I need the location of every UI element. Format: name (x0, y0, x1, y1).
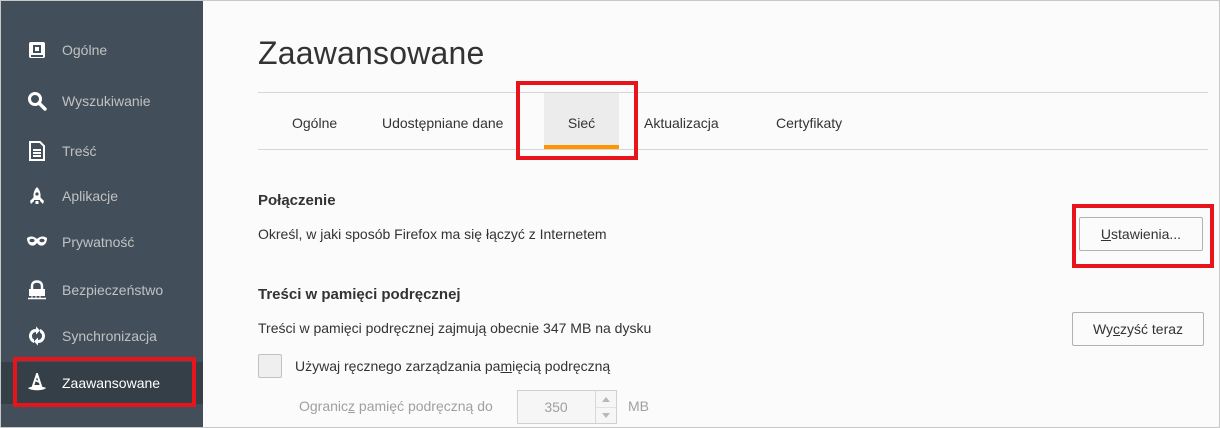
sidebar-item-label: Ogólne (62, 42, 108, 58)
sidebar-item-search[interactable]: Wyszukiwanie (1, 80, 203, 122)
sync-icon (26, 325, 48, 347)
cache-limit-label: Ogranicz pamięć podręczną do (299, 398, 493, 414)
general-icon (26, 39, 48, 61)
wizard-hat-icon (26, 372, 48, 394)
cache-size-spinner (595, 391, 616, 423)
sidebar: Ogólne Wyszukiwanie Treść Aplikacje Pryw… (1, 1, 203, 427)
tab-certificates[interactable]: Certyfikaty (776, 93, 842, 149)
sidebar-item-advanced[interactable]: Zaawansowane (1, 362, 203, 404)
cache-size-unit: MB (628, 398, 649, 414)
sidebar-item-general[interactable]: Ogólne (1, 29, 203, 71)
sidebar-item-label: Prywatność (62, 234, 135, 250)
sidebar-item-security[interactable]: Bezpieczeństwo (1, 269, 203, 311)
clear-cache-button[interactable]: Wyczyść teraz (1072, 312, 1204, 346)
connection-settings-button[interactable]: Ustawienia... (1079, 217, 1203, 251)
tab-network[interactable]: Sieć (544, 93, 619, 149)
tab-general[interactable]: Ogólne (292, 93, 337, 149)
main-panel: Zaawansowane Ogólne Udostępniane dane Si… (203, 1, 1219, 427)
page-title: Zaawansowane (258, 35, 485, 71)
sidebar-item-applications[interactable]: Aplikacje (1, 175, 203, 217)
document-icon (26, 140, 48, 162)
override-cache-checkbox[interactable] (258, 354, 282, 378)
sidebar-item-label: Zaawansowane (62, 375, 161, 391)
cache-size-input[interactable]: 350 (517, 390, 617, 424)
tab-selected-indicator (544, 145, 619, 149)
spin-down-icon[interactable] (596, 407, 616, 423)
sidebar-item-content[interactable]: Treść (1, 130, 203, 172)
sidebar-item-label: Bezpieczeństwo (62, 282, 164, 298)
cache-description: Treści w pamięci podręcznej zajmują obec… (258, 320, 652, 336)
tab-update[interactable]: Aktualizacja (644, 93, 719, 149)
sidebar-item-privacy[interactable]: Prywatność (1, 221, 203, 263)
cache-heading: Treści w pamięci podręcznej (258, 286, 461, 303)
preferences-window: Ogólne Wyszukiwanie Treść Aplikacje Pryw… (0, 0, 1220, 428)
connection-description: Określ, w jaki sposób Firefox ma się łąc… (258, 226, 607, 242)
sidebar-item-label: Aplikacje (62, 188, 119, 204)
connection-heading: Połączenie (258, 192, 336, 209)
sidebar-item-sync[interactable]: Synchronizacja (1, 315, 203, 357)
tab-data-choices[interactable]: Udostępniane dane (382, 93, 503, 149)
cache-size-value: 350 (544, 399, 568, 415)
sidebar-item-label: Treść (62, 143, 97, 159)
spin-up-icon[interactable] (596, 391, 616, 408)
tab-bar: Ogólne Udostępniane dane Sieć Aktualizac… (258, 93, 1208, 150)
override-cache-label[interactable]: Używaj ręcznego zarządzania pamięcią pod… (295, 358, 610, 374)
rocket-icon (26, 185, 48, 207)
mask-icon (26, 231, 48, 253)
sidebar-item-label: Synchronizacja (62, 328, 157, 344)
lock-icon (26, 279, 48, 301)
sidebar-item-label: Wyszukiwanie (62, 93, 151, 109)
search-icon (26, 90, 48, 112)
